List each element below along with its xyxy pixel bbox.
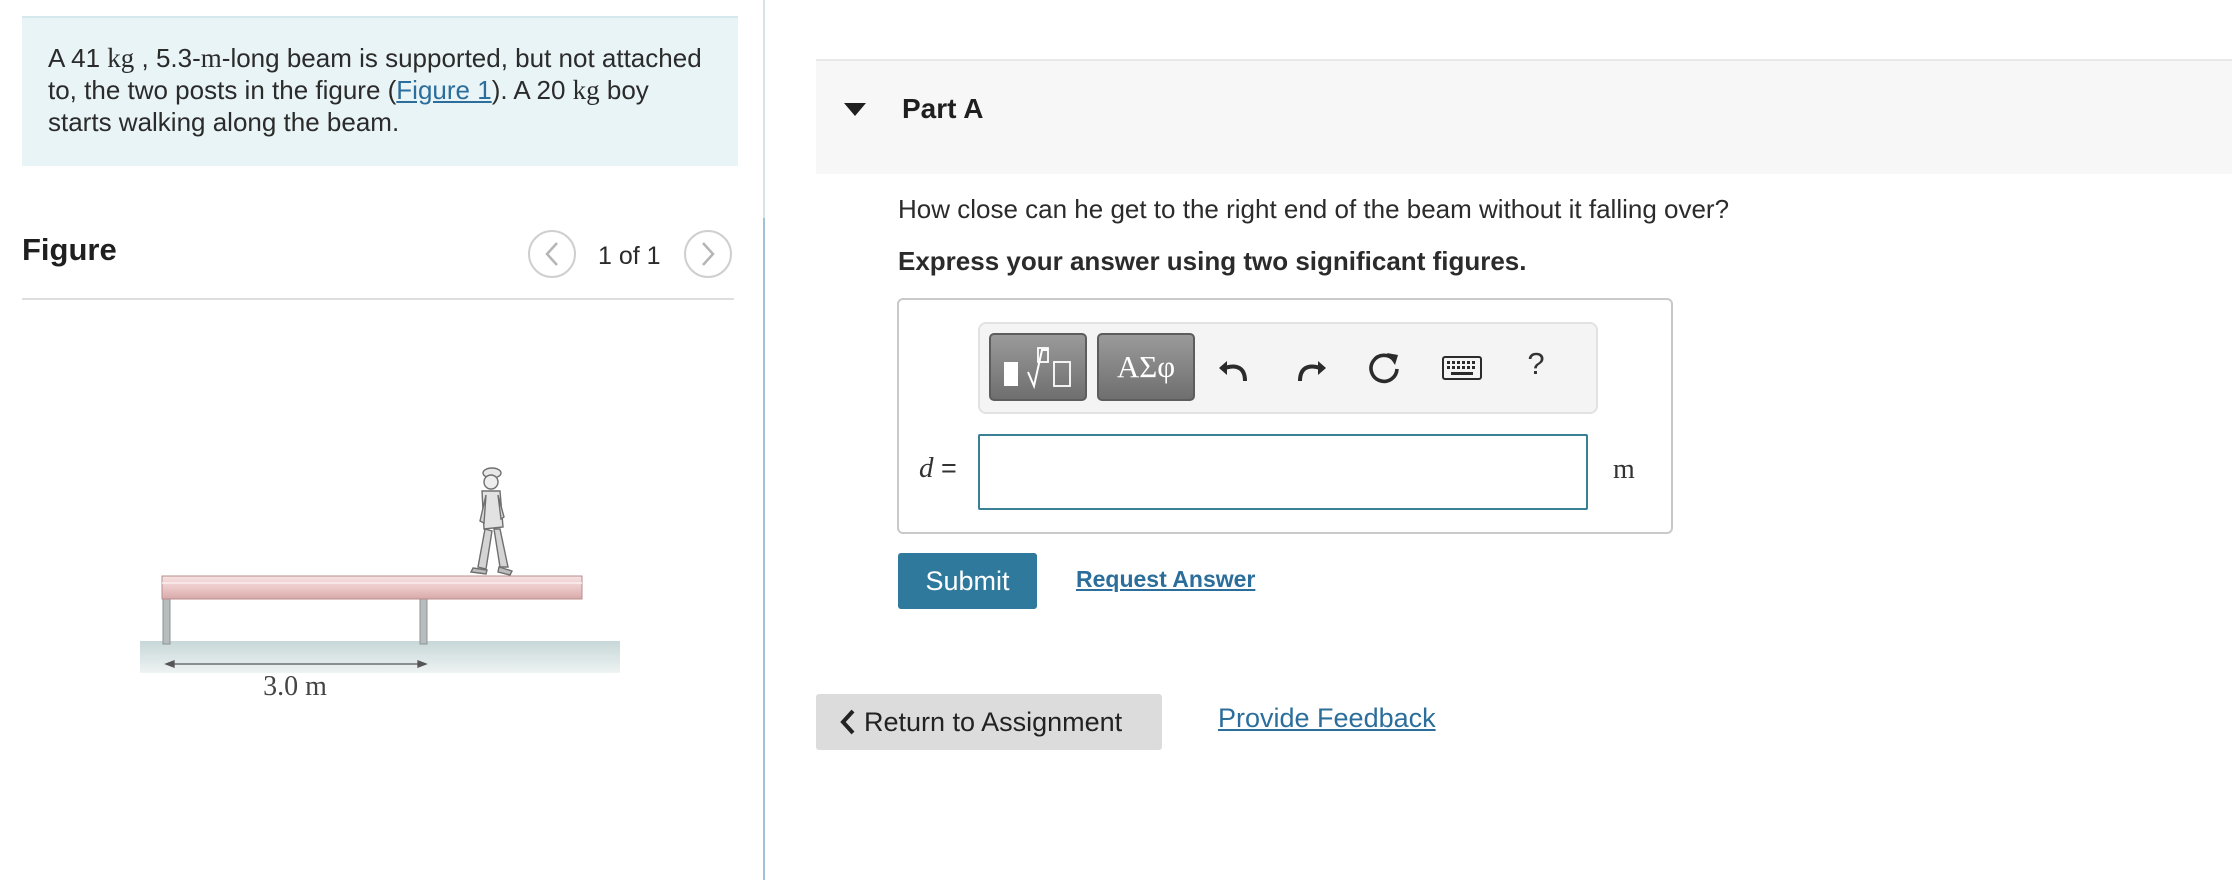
unit-label: m [1613,454,1635,485]
reset-icon [1369,353,1399,384]
caret-down-icon[interactable] [844,103,866,117]
column-divider [763,0,765,880]
answer-box: ΑΣφ ? d = m [897,298,1673,534]
part-header[interactable]: Part A [816,59,2232,174]
boy-figure [469,467,513,576]
redo-button[interactable] [1289,346,1333,390]
mass-unit: kg [107,43,135,73]
answer-input[interactable] [978,434,1588,510]
question-text: How close can he get to the right end of… [898,194,1730,224]
instruction-text: Express your answer using two significan… [898,246,1527,276]
undo-icon [1219,361,1247,382]
figure-counter: 1 of 1 [598,242,661,270]
problem-statement: A 41 kg , 5.3-m-long beam is supported, … [22,16,738,166]
provide-feedback-link[interactable]: Provide Feedback [1218,703,1436,734]
figure-image: 3.0 m [130,455,630,705]
keyboard-icon [1442,356,1482,380]
length-unit: m [200,43,222,73]
keyboard-button[interactable] [1440,346,1484,390]
left-panel: A 41 kg , 5.3-m-long beam is supported, … [0,0,763,880]
templates-icon [1004,347,1071,390]
request-answer-link[interactable]: Request Answer [1076,566,1255,593]
redo-icon [1298,361,1326,382]
figure-title: Figure [22,232,117,267]
chevron-left-icon [545,242,558,266]
templates-button[interactable] [989,333,1087,401]
beam [161,575,583,600]
chevron-left-icon [840,709,856,735]
dimension-label: 3.0 m [263,671,327,702]
reset-button[interactable] [1362,346,1406,390]
next-figure-button[interactable] [684,230,732,278]
ground [140,641,620,673]
right-post [419,597,428,645]
chevron-right-icon [702,242,715,266]
return-label: Return to Assignment [864,706,1123,737]
submit-button[interactable]: Submit [898,553,1037,609]
greek-symbols-button[interactable]: ΑΣφ [1097,333,1195,401]
previous-figure-button[interactable] [528,230,576,278]
help-button[interactable]: ? [1514,342,1558,386]
undo-button[interactable] [1212,346,1256,390]
problem-text-1: A 41 [48,43,108,73]
left-post [162,597,171,645]
math-toolbar: ΑΣφ ? [978,322,1598,414]
equals-sign: = [933,453,957,483]
figure-link[interactable]: Figure 1 [396,75,491,105]
variable-symbol: d [919,452,934,484]
part-title: Part A [902,93,984,124]
mass-unit-2: kg [572,75,600,105]
figure-header: Figure 1 of 1 [22,224,734,300]
return-to-assignment-button[interactable]: Return to Assignment [816,694,1162,750]
problem-text-4: ). A 20 [491,75,573,105]
problem-text-2: , 5.3- [134,43,201,73]
variable-label: d = [919,452,957,485]
